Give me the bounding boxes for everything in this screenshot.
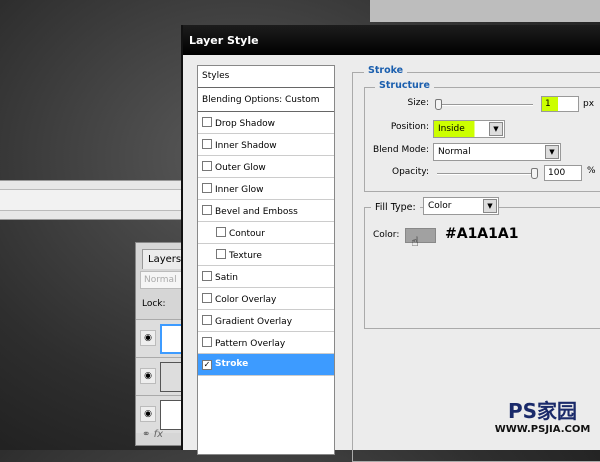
style-item[interactable]: Pattern Overlay — [198, 332, 334, 354]
style-item-label: Outer Glow — [215, 163, 266, 173]
structure-heading: Structure — [375, 80, 434, 91]
style-item-label: Satin — [215, 273, 238, 283]
chevron-down-icon: ▼ — [545, 145, 559, 159]
style-item[interactable]: Color Overlay — [198, 288, 334, 310]
layer-row[interactable]: ◉ — [136, 395, 186, 433]
position-label: Position: — [390, 122, 429, 132]
checkbox[interactable] — [202, 337, 212, 347]
style-item-label: Inner Glow — [215, 185, 264, 195]
blend-mode-label: Blend Mode: — [372, 145, 429, 155]
blending-options[interactable]: Blending Options: Custom — [198, 90, 334, 112]
background-band — [0, 180, 190, 220]
style-item[interactable]: Satin — [198, 266, 334, 288]
checkbox[interactable] — [202, 293, 212, 303]
style-item[interactable]: Drop Shadow — [198, 112, 334, 134]
fill-type-label: Fill Type: — [371, 200, 420, 215]
chevron-down-icon: ▼ — [489, 122, 503, 136]
chevron-down-icon: ▼ — [483, 199, 497, 213]
style-item[interactable]: Inner Shadow — [198, 134, 334, 156]
watermark-url: WWW.PSJIA.COM — [494, 424, 591, 435]
layer-row[interactable]: ◉ — [136, 357, 186, 395]
blend-mode-value: Normal — [438, 147, 471, 157]
checkbox[interactable] — [216, 249, 226, 259]
checkbox[interactable] — [202, 271, 212, 281]
lock-label: Lock: — [142, 299, 166, 309]
layer-row[interactable]: ◉ — [136, 319, 186, 357]
size-slider-knob[interactable] — [435, 99, 442, 110]
style-item[interactable]: ✓ Stroke — [198, 354, 334, 376]
styles-list: Styles Blending Options: Custom Drop Sha… — [197, 65, 335, 455]
fill-type-value: Color — [428, 201, 452, 211]
style-item-label: Inner Shadow — [215, 141, 277, 151]
size-unit: px — [583, 99, 595, 109]
checkbox[interactable] — [202, 117, 212, 127]
size-input[interactable]: 1 — [541, 96, 579, 112]
checkbox[interactable] — [202, 205, 212, 215]
layer-style-dialog: Layer Style Styles Blending Options: Cus… — [181, 25, 600, 462]
checkbox[interactable] — [202, 139, 212, 149]
style-item[interactable]: Inner Glow — [198, 178, 334, 200]
opacity-label: Opacity: — [392, 167, 429, 177]
style-item-label: Gradient Overlay — [215, 317, 293, 327]
checkbox[interactable]: ✓ — [202, 360, 212, 370]
checkbox[interactable] — [202, 183, 212, 193]
eye-icon[interactable]: ◉ — [140, 368, 156, 384]
opacity-input[interactable]: 100 — [544, 165, 582, 181]
eye-icon[interactable]: ◉ — [140, 406, 156, 422]
link-icon[interactable]: ⚭ — [142, 429, 150, 440]
blend-mode-select[interactable]: Normal — [140, 271, 186, 289]
style-item-label: Color Overlay — [215, 295, 277, 305]
background-region — [370, 0, 600, 22]
color-hex: #A1A1A1 — [445, 226, 519, 242]
checkbox[interactable] — [202, 161, 212, 171]
style-item[interactable]: Gradient Overlay — [198, 310, 334, 332]
style-item-label: Contour — [229, 229, 265, 239]
opacity-slider[interactable] — [437, 168, 538, 179]
checkbox[interactable] — [216, 227, 226, 237]
size-slider[interactable] — [435, 99, 533, 110]
style-item[interactable]: Bevel and Emboss — [198, 200, 334, 222]
styles-header[interactable]: Styles — [198, 66, 334, 88]
dialog-title: Layer Style — [183, 25, 600, 55]
style-item-label: Stroke — [215, 359, 249, 369]
size-label: Size: — [407, 98, 429, 108]
stroke-heading: Stroke — [364, 65, 408, 76]
style-item-label: Bevel and Emboss — [215, 207, 298, 217]
opacity-slider-knob[interactable] — [531, 168, 538, 179]
hand-cursor-icon: ☝ — [411, 235, 419, 250]
layers-panel: Layers Normal Lock: ◉ ◉ ◉ ⚭ fx — [135, 242, 186, 446]
layers-tab[interactable]: Layers — [142, 249, 186, 269]
position-select[interactable]: Inside ▼ — [433, 120, 505, 138]
fx-button[interactable]: fx — [154, 429, 163, 440]
blend-mode-select[interactable]: Normal ▼ — [433, 143, 561, 161]
style-item[interactable]: Texture — [198, 244, 334, 266]
opacity-unit: % — [587, 166, 596, 176]
color-label: Color: — [373, 230, 400, 240]
color-swatch[interactable] — [405, 228, 436, 243]
checkbox[interactable] — [202, 315, 212, 325]
watermark-logo: PS家园 — [507, 399, 578, 423]
position-value: Inside — [438, 124, 465, 134]
fill-type-select[interactable]: Color ▼ — [423, 197, 499, 215]
style-item[interactable]: Outer Glow — [198, 156, 334, 178]
eye-icon[interactable]: ◉ — [140, 330, 156, 346]
style-item-label: Pattern Overlay — [215, 339, 286, 349]
watermark: PS家园 WWW.PSJIA.COM — [490, 395, 595, 445]
style-item-label: Drop Shadow — [215, 119, 276, 129]
style-item[interactable]: Contour — [198, 222, 334, 244]
style-item-label: Texture — [229, 251, 262, 261]
